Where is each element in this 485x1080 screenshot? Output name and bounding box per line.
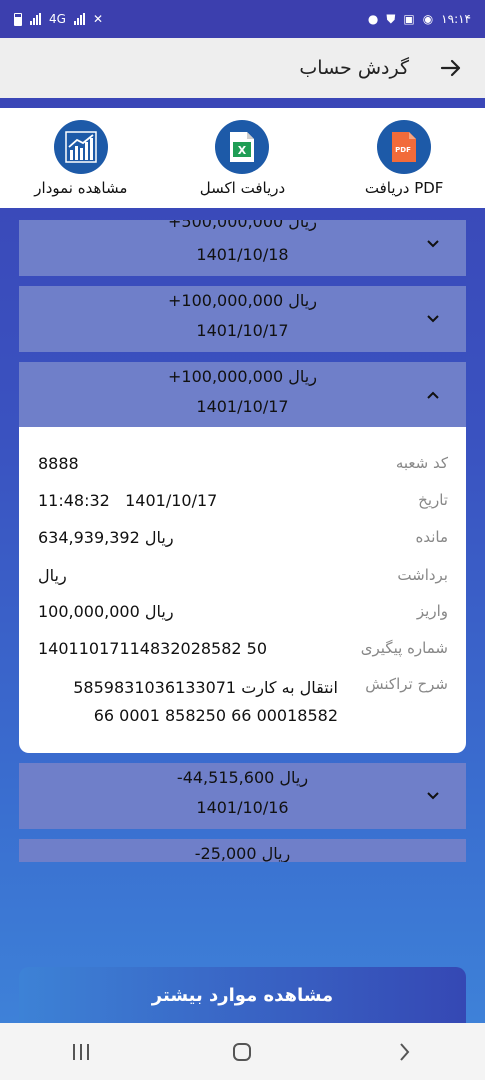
- description-line-2: 66 0001 858250 66 00018582: [93, 706, 338, 725]
- signal-2-icon: [73, 13, 85, 25]
- battery-icon: [14, 12, 22, 26]
- excel-badge: X: [238, 144, 247, 157]
- transaction-date: 1401/10/18: [196, 245, 289, 264]
- description-line-1: انتقال به کارت 5859831036133071: [73, 678, 338, 697]
- detail-row-branch: کد شعبه 8888: [19, 454, 466, 484]
- transaction-amount: +100,000,000 ریال: [168, 291, 317, 310]
- transaction-item[interactable]: +500,000,000 ریال 1401/10/18: [19, 220, 466, 276]
- system-nav-bar: [0, 1023, 485, 1080]
- transaction-date: 1401/10/17: [196, 397, 289, 416]
- dot-icon: ●: [367, 12, 379, 26]
- transaction-amount: -44,515,600 ریال: [176, 768, 309, 787]
- status-time: ۱۹:۱۴: [441, 12, 471, 26]
- withdraw-value: ریال: [38, 566, 67, 585]
- show-more-label: مشاهده موارد بیشتر: [151, 984, 334, 1006]
- back-nav-icon[interactable]: [393, 1041, 415, 1063]
- date-value: 11:48:32 1401/10/17: [38, 491, 218, 510]
- excel-action-button[interactable]: X دریافت اکسل: [167, 120, 317, 197]
- deposit-value: 100,000,000 ریال: [38, 602, 174, 621]
- tracking-label: شماره پیگیری: [360, 639, 448, 657]
- transaction-amount: +100,000,000 ریال: [168, 367, 317, 386]
- excel-action-label: دریافت اکسل: [199, 179, 286, 197]
- balance-label: مانده: [415, 528, 448, 546]
- pdf-action-button[interactable]: PDF دریافت PDF: [329, 120, 479, 197]
- arrow-back-icon[interactable]: [439, 56, 463, 80]
- branch-value: 8888: [38, 454, 79, 473]
- network-type-label: 4G: [49, 12, 66, 26]
- pdf-icon: PDF: [377, 120, 432, 174]
- home-icon[interactable]: [231, 1041, 253, 1063]
- app-bar: گردش حساب: [0, 38, 485, 98]
- chat-icon: ◉: [422, 12, 434, 26]
- chevron-down-icon[interactable]: [425, 311, 441, 327]
- withdraw-label: برداشت: [397, 566, 448, 584]
- branch-label: کد شعبه: [395, 454, 448, 472]
- transaction-item[interactable]: -44,515,600 ریال 1401/10/16: [19, 763, 466, 829]
- page-title: گردش حساب: [299, 57, 409, 79]
- transaction-date: 1401/10/16: [196, 798, 289, 817]
- image-icon: ▣: [403, 12, 415, 26]
- transaction-item-expanded[interactable]: +100,000,000 ریال 1401/10/17: [19, 362, 466, 428]
- signal-icon: [30, 13, 41, 25]
- pdf-action-label: دریافت PDF: [364, 179, 444, 197]
- transaction-amount: -25,000 ریال: [194, 844, 291, 862]
- detail-row-balance: مانده 634,939,392 ریال: [19, 528, 466, 558]
- detail-row-date: تاریخ 11:48:32 1401/10/17: [19, 491, 466, 521]
- date-label: تاریخ: [418, 491, 448, 509]
- description-label: شرح تراکنش: [365, 675, 448, 693]
- balance-value: 634,939,392 ریال: [38, 528, 174, 547]
- tracking-value[interactable]: 14011017114832028582 50: [38, 639, 267, 658]
- show-more-button[interactable]: مشاهده موارد بیشتر: [19, 967, 466, 1023]
- description-value: انتقال به کارت 5859831036133071 66 0001 …: [38, 674, 338, 730]
- detail-row-withdraw: برداشت ریال: [19, 566, 466, 596]
- transaction-amount: +500,000,000 ریال: [168, 220, 317, 231]
- chevron-down-icon[interactable]: [425, 236, 441, 252]
- excel-icon: X: [215, 120, 270, 174]
- chart-action-label: مشاهده نمودار: [34, 179, 128, 197]
- shield-icon: ⛊: [386, 12, 396, 26]
- transaction-item[interactable]: -25,000 ریال: [19, 839, 466, 862]
- deposit-label: واریز: [416, 602, 448, 620]
- chevron-down-icon[interactable]: [425, 788, 441, 804]
- status-right: ● ⛊ ▣ ◉ ۱۹:۱۴: [368, 12, 471, 26]
- status-bar: 4G ✕ ● ⛊ ▣ ◉ ۱۹:۱۴: [0, 0, 485, 38]
- detail-row-deposit: واریز 100,000,000 ریال: [19, 602, 466, 632]
- detail-row-tracking: شماره پیگیری 14011017114832028582 50: [19, 639, 466, 669]
- recent-apps-icon[interactable]: [70, 1042, 92, 1062]
- mute-icon: ✕: [92, 12, 103, 26]
- transaction-date: 1401/10/17: [196, 321, 289, 340]
- chevron-up-icon[interactable]: [425, 387, 441, 403]
- transaction-details: کد شعبه 8888 تاریخ 11:48:32 1401/10/17 م…: [19, 427, 466, 753]
- chart-icon: [53, 120, 108, 174]
- chart-action-button[interactable]: مشاهده نمودار: [6, 120, 156, 197]
- pdf-badge: PDF: [395, 146, 411, 154]
- action-bar: مشاهده نمودار X دریافت اکسل PDF دریافت P…: [0, 108, 485, 208]
- transaction-item[interactable]: +100,000,000 ریال 1401/10/17: [19, 286, 466, 352]
- status-left: 4G ✕: [14, 12, 103, 26]
